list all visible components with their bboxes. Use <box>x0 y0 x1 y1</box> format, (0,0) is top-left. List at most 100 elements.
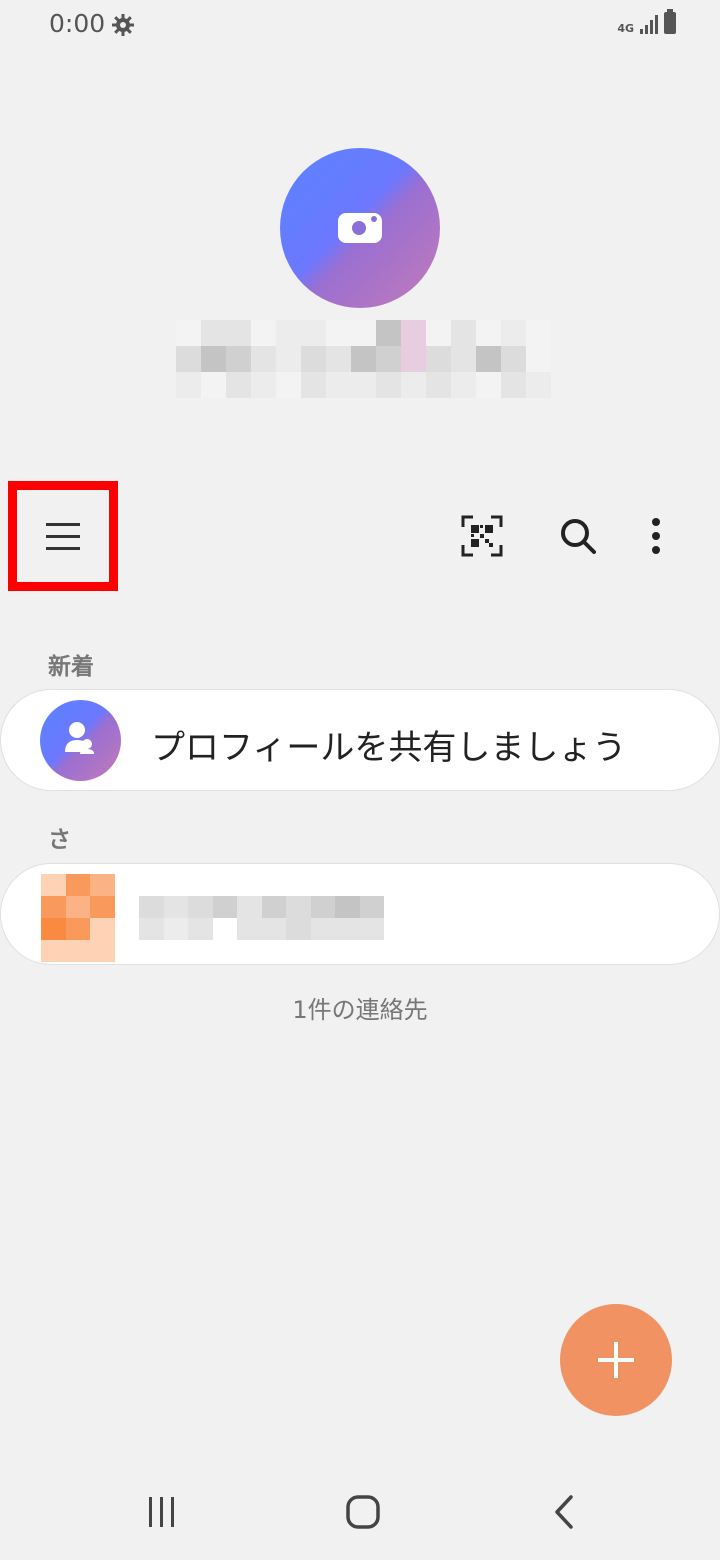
blur-pixel <box>41 874 66 896</box>
blur-pixel <box>501 372 526 398</box>
blur-pixel <box>41 896 66 918</box>
share-profile-card[interactable]: プロフィールを共有しましょう <box>0 689 720 791</box>
blur-pixel <box>65 918 90 940</box>
search-button[interactable] <box>550 508 606 564</box>
blur-pixel <box>335 874 360 896</box>
blur-pixel <box>251 346 276 372</box>
blur-pixel <box>188 918 213 940</box>
blur-pixel <box>401 320 426 346</box>
blur-pixel <box>237 940 262 962</box>
blur-pixel <box>261 940 286 962</box>
status-icons: 4G <box>617 9 676 34</box>
blur-pixel <box>359 918 384 940</box>
camera-icon <box>338 213 382 243</box>
blur-pixel <box>301 346 326 372</box>
blur-pixel <box>139 918 164 940</box>
blur-pixel <box>261 918 286 940</box>
blur-pixel <box>176 320 201 346</box>
blur-pixel <box>426 372 451 398</box>
blur-pixel <box>451 372 476 398</box>
blur-pixel <box>384 918 409 940</box>
blur-pixel <box>114 874 139 896</box>
qr-code-button[interactable] <box>454 508 510 564</box>
battery-icon <box>664 9 676 34</box>
blur-pixel <box>201 346 226 372</box>
blur-pixel <box>286 940 311 962</box>
back-button[interactable] <box>524 1480 604 1544</box>
blur-pixel <box>41 940 66 962</box>
blur-pixel <box>335 940 360 962</box>
blur-pixel <box>301 320 326 346</box>
blur-pixel <box>310 918 335 940</box>
blur-pixel <box>408 874 433 896</box>
back-icon <box>555 1495 573 1529</box>
blur-pixel <box>226 372 251 398</box>
profile-name-redacted <box>176 320 551 400</box>
blur-pixel <box>212 874 237 896</box>
blur-pixel <box>90 896 115 918</box>
blur-pixel <box>359 896 384 918</box>
blur-pixel <box>114 896 139 918</box>
blur-pixel <box>65 896 90 918</box>
blur-pixel <box>408 940 433 962</box>
blur-pixel <box>408 896 433 918</box>
blur-pixel <box>286 874 311 896</box>
blur-pixel <box>261 896 286 918</box>
blur-pixel <box>176 372 201 398</box>
recent-apps-button[interactable] <box>122 1480 202 1544</box>
menu-button[interactable] <box>8 481 118 591</box>
blur-pixel <box>276 320 301 346</box>
blur-pixel <box>376 346 401 372</box>
blur-pixel <box>351 320 376 346</box>
blur-pixel <box>139 896 164 918</box>
blur-pixel <box>237 918 262 940</box>
blur-pixel <box>301 372 326 398</box>
blur-pixel <box>384 896 409 918</box>
blur-pixel <box>359 874 384 896</box>
plus-icon <box>598 1342 634 1378</box>
search-icon <box>561 519 596 554</box>
more-vertical-icon <box>652 518 660 554</box>
blur-pixel <box>384 874 409 896</box>
blur-pixel <box>376 320 401 346</box>
blur-pixel <box>163 918 188 940</box>
blur-pixel <box>351 372 376 398</box>
blur-pixel <box>226 320 251 346</box>
blur-pixel <box>310 940 335 962</box>
blur-pixel <box>90 874 115 896</box>
blur-pixel <box>310 896 335 918</box>
blur-pixel <box>326 346 351 372</box>
add-contact-button[interactable] <box>560 1304 672 1416</box>
blur-pixel <box>376 372 401 398</box>
blur-pixel <box>408 918 433 940</box>
status-bar: 0:00 4G <box>0 0 720 52</box>
blur-pixel <box>188 940 213 962</box>
blur-pixel <box>90 918 115 940</box>
blur-pixel <box>163 874 188 896</box>
blur-pixel <box>526 346 551 372</box>
status-time: 0:00 <box>49 9 106 38</box>
blur-pixel <box>335 918 360 940</box>
blur-pixel <box>401 372 426 398</box>
blur-pixel <box>163 896 188 918</box>
more-options-button[interactable] <box>628 508 684 564</box>
blur-pixel <box>212 896 237 918</box>
profile-avatar[interactable] <box>280 148 440 308</box>
blur-pixel <box>335 896 360 918</box>
blur-pixel <box>188 896 213 918</box>
blur-pixel <box>476 346 501 372</box>
blur-pixel <box>426 346 451 372</box>
recent-apps-icon <box>149 1497 174 1527</box>
blur-pixel <box>139 874 164 896</box>
home-icon <box>346 1495 380 1529</box>
blur-pixel <box>176 346 201 372</box>
person-icon <box>65 722 94 754</box>
blur-pixel <box>451 346 476 372</box>
blur-pixel <box>65 874 90 896</box>
share-profile-text: プロフィールを共有しましょう <box>151 728 627 768</box>
home-button[interactable] <box>323 1480 403 1544</box>
blur-pixel <box>237 874 262 896</box>
blur-pixel <box>526 320 551 346</box>
contact-card[interactable] <box>0 863 720 965</box>
blur-pixel <box>359 940 384 962</box>
